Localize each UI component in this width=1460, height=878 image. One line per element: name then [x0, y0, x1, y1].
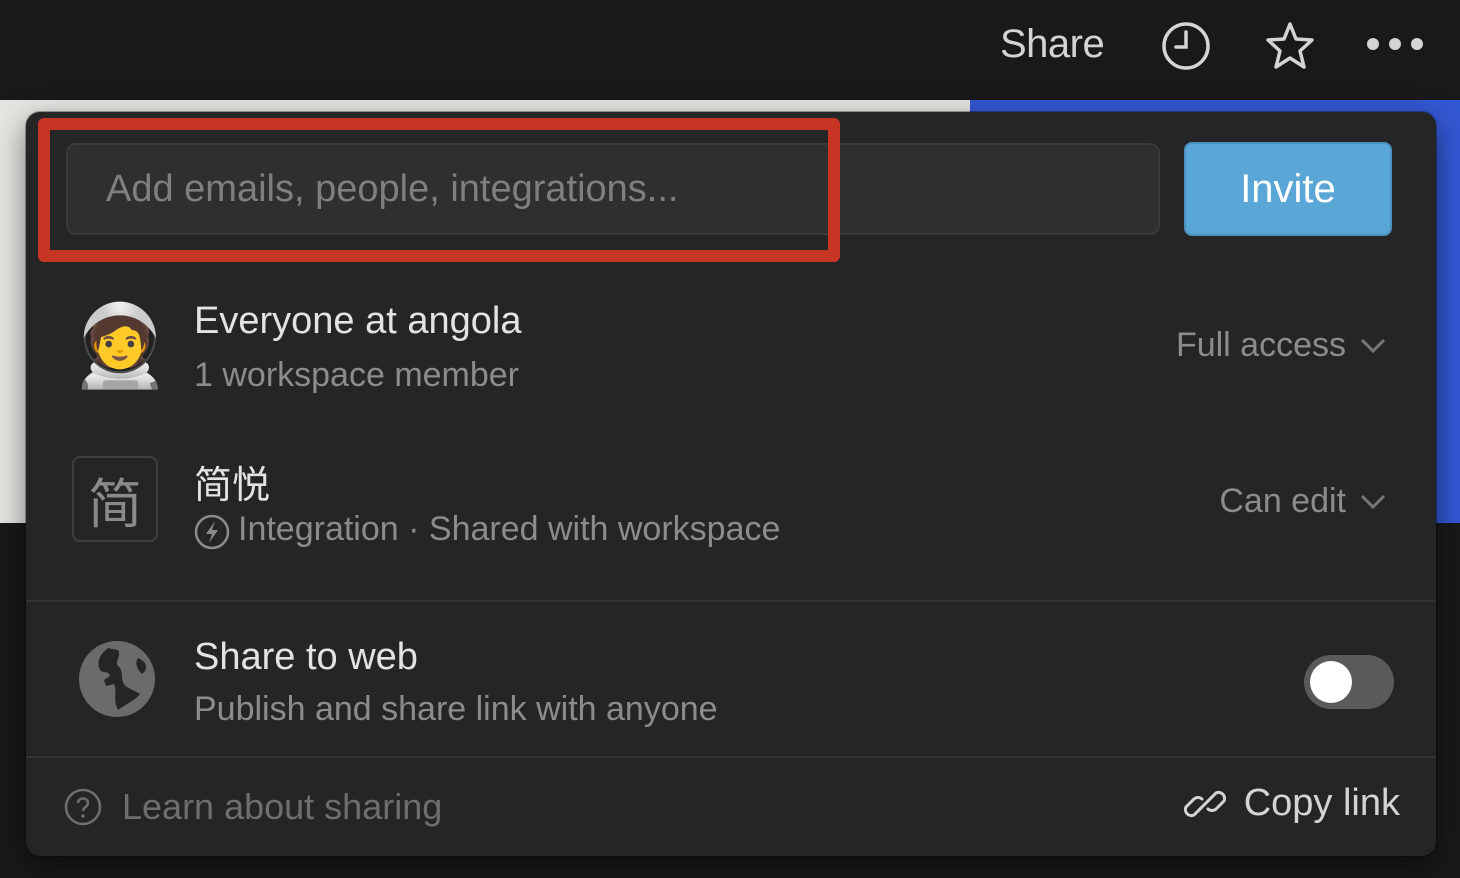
lightning-icon [194, 514, 230, 555]
share-to-web-row: Share to web Publish and share link with… [26, 622, 1436, 752]
more-icon[interactable] [1366, 20, 1426, 72]
star-icon[interactable] [1264, 20, 1316, 72]
share-popup: Invite 🧑‍🚀 Everyone at angola 1 workspac… [26, 112, 1436, 856]
copy-link-button[interactable]: Copy link [1183, 782, 1400, 825]
member-name: Everyone at angola [194, 300, 522, 342]
share-to-web-title: Share to web [194, 636, 418, 678]
learn-about-sharing-label: Learn about sharing [122, 786, 443, 827]
permission-dropdown[interactable]: Can edit [1219, 482, 1386, 521]
help-circle-icon [64, 788, 102, 826]
link-icon [1183, 790, 1226, 817]
invite-search-field[interactable] [66, 143, 1160, 235]
top-bar: Share [0, 0, 1460, 100]
member-row: 简悦 Integration · Shared with workspace C… [26, 448, 1436, 578]
learn-about-sharing-link[interactable]: Learn about sharing [64, 786, 442, 828]
divider [26, 756, 1436, 758]
permission-label: Can edit [1219, 482, 1346, 520]
invite-search-input[interactable] [68, 145, 1158, 233]
share-to-web-subtitle: Publish and share link with anyone [194, 690, 718, 728]
member-name: 简悦 [194, 465, 271, 507]
permission-dropdown[interactable]: Full access [1176, 326, 1386, 365]
share-button[interactable]: Share [1000, 22, 1105, 67]
divider [26, 600, 1436, 602]
member-row: 🧑‍🚀 Everyone at angola 1 workspace membe… [26, 292, 1436, 422]
toggle-knob [1310, 661, 1352, 703]
invite-button[interactable]: Invite [1184, 142, 1392, 236]
permission-label: Full access [1175, 326, 1346, 364]
globe-icon [78, 640, 156, 723]
share-to-web-toggle[interactable] [1304, 655, 1394, 709]
chevron-down-icon [1360, 494, 1386, 509]
member-subtitle: Integration · Shared with workspace [238, 510, 781, 548]
copy-link-label: Copy link [1243, 782, 1400, 824]
chevron-down-icon [1360, 338, 1386, 353]
member-subtitle: 1 workspace member [194, 356, 520, 394]
clock-icon[interactable] [1160, 20, 1212, 72]
astronaut-avatar-icon: 🧑‍🚀 [70, 301, 170, 390]
